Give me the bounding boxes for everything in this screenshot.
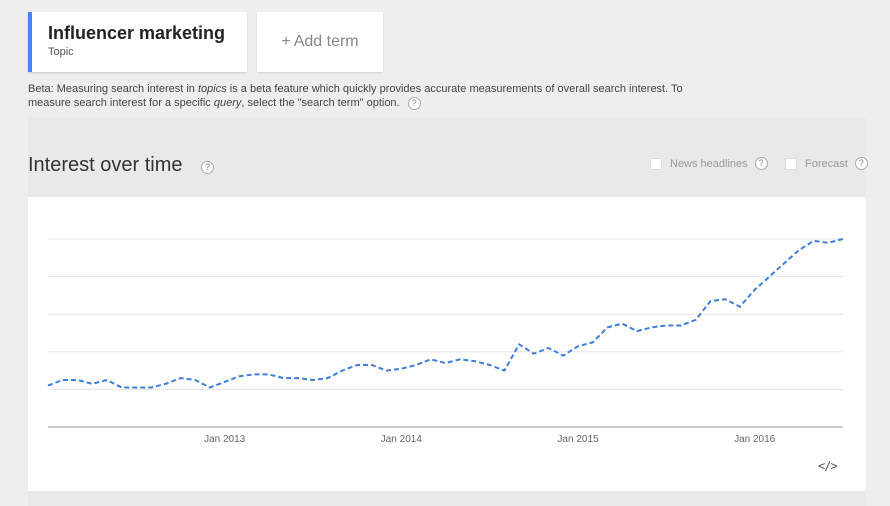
forecast-label: Forecast [805, 157, 848, 170]
plus-icon: + [281, 33, 291, 50]
beta-notice: Beta: Measuring search interest in topic… [28, 82, 708, 110]
add-term-label: Add term [293, 33, 359, 50]
help-icon[interactable]: ? [407, 96, 421, 110]
chart-card: Jan 2013 Jan 2014 Jan 2015 Jan 2016 [28, 197, 866, 491]
x-tick-label: Jan 2014 [381, 434, 423, 445]
help-icon[interactable]: ? [754, 157, 768, 170]
forecast-checkbox[interactable] [785, 157, 797, 170]
x-tick-label: Jan 2015 [557, 434, 599, 445]
section-title: Interest over time [28, 154, 183, 176]
news-headlines-label: News headlines [670, 157, 748, 170]
help-icon[interactable]: ? [201, 161, 214, 174]
news-headlines-checkbox[interactable] [650, 157, 662, 170]
news-headlines-option[interactable]: News headlines ? [650, 157, 768, 170]
series-line [47, 238, 844, 389]
term-card-influencer-marketing[interactable]: Influencer marketing Topic [28, 12, 247, 72]
beta-text-1: Beta: Measuring search interest in [28, 83, 198, 95]
beta-query: query [213, 97, 242, 109]
beta-text-3: , select the "search term" option. [241, 97, 400, 109]
term-title: Influencer marketing [48, 23, 226, 43]
forecast-option[interactable]: Forecast ? [785, 157, 868, 170]
term-type: Topic [48, 46, 74, 58]
embed-code-icon[interactable]: </> [818, 459, 838, 473]
interest-chart: Jan 2013 Jan 2014 Jan 2015 Jan 2016 [47, 238, 844, 445]
add-term-button[interactable]: + Add term [257, 12, 383, 72]
beta-topics: topics [197, 83, 227, 95]
x-tick-label: Jan 2016 [734, 434, 776, 445]
help-icon[interactable]: ? [854, 157, 868, 170]
x-tick-label: Jan 2013 [204, 434, 246, 445]
